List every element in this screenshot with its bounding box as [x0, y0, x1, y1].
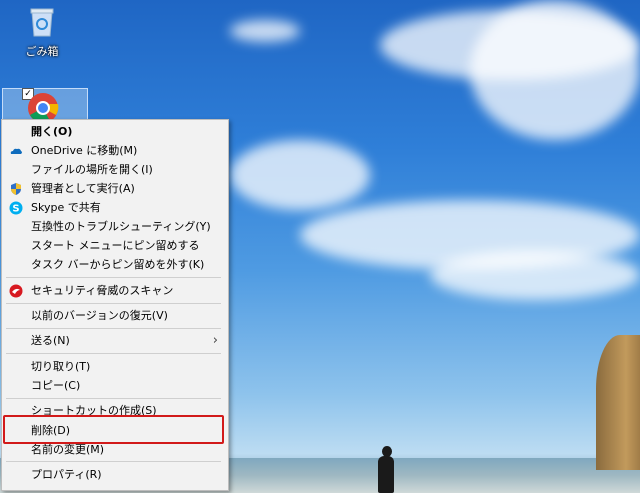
svg-text:S: S [12, 204, 19, 215]
menu-item-pin-to-start[interactable]: スタート メニューにピン留めする [2, 236, 228, 255]
menu-item-security-scan[interactable]: セキュリティ脅威のスキャン [2, 281, 228, 300]
menu-item-cut[interactable]: 切り取り(T) [2, 357, 228, 376]
menu-item-run-as-admin[interactable]: 管理者として実行(A) [2, 179, 228, 198]
menu-item-properties[interactable]: プロパティ(R) [2, 465, 228, 484]
chevron-right-icon: › [212, 333, 218, 348]
menu-item-open-file-location[interactable]: ファイルの場所を開く(I) [2, 160, 228, 179]
menu-item-share-skype[interactable]: S Skype で共有 [2, 198, 228, 217]
recycle-bin-label: ごみ箱 [25, 45, 59, 58]
menu-item-compatibility-troubleshoot[interactable]: 互換性のトラブルシューティング(Y) [2, 217, 228, 236]
menu-item-send-to[interactable]: 送る(N) › [2, 331, 228, 350]
menu-separator [6, 303, 221, 304]
cliff [596, 335, 640, 470]
menu-item-copy[interactable]: コピー(C) [2, 376, 228, 395]
menu-separator [6, 277, 221, 278]
chrome-icon [28, 93, 59, 121]
recycle-bin-icon [30, 8, 54, 37]
menu-separator [6, 328, 221, 329]
menu-item-move-to-onedrive[interactable]: OneDrive に移動(M) [2, 141, 228, 160]
shield-icon [11, 183, 21, 195]
menu-item-unpin-from-taskbar[interactable]: タスク バーからピン留めを外す(K) [2, 255, 228, 274]
recycle-bin-desktop-icon[interactable]: ごみ箱 [7, 6, 77, 59]
menu-item-open[interactable]: 開く(O) [2, 122, 228, 141]
menu-separator [6, 398, 221, 399]
menu-item-restore-previous-versions[interactable]: 以前のバージョンの復元(V) [2, 306, 228, 325]
menu-separator [6, 353, 221, 354]
skype-icon: S [9, 201, 23, 215]
trend-micro-icon [9, 284, 23, 298]
onedrive-icon [10, 148, 22, 154]
delete-highlight-box [3, 415, 224, 444]
person-silhouette [372, 446, 400, 493]
menu-separator [6, 461, 221, 462]
